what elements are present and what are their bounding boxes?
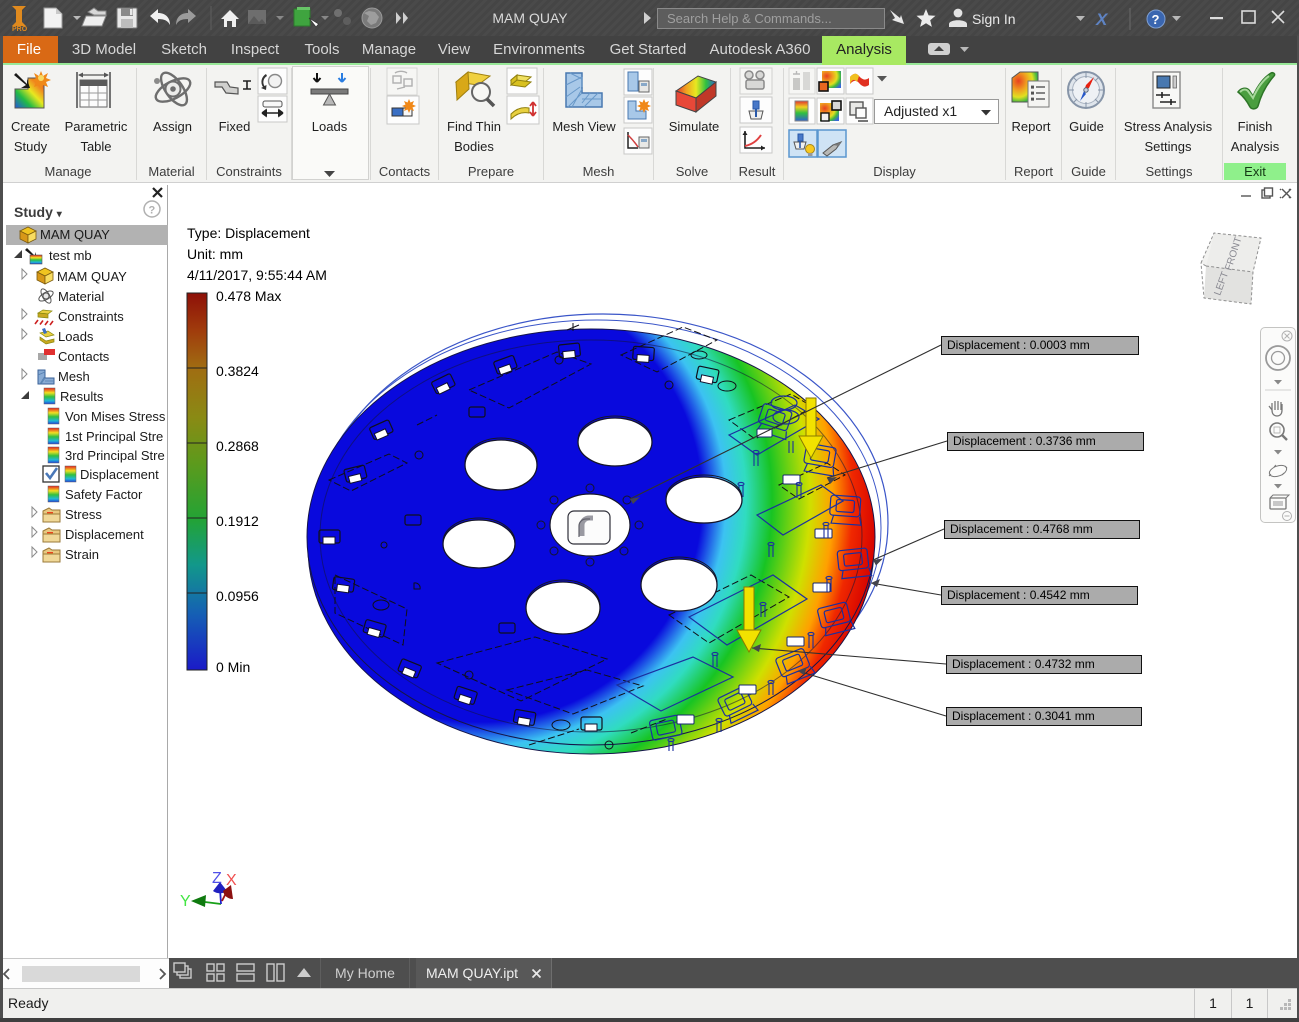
svg-text:Sign In: Sign In xyxy=(972,11,1016,27)
svg-text:PRO: PRO xyxy=(12,26,28,33)
svg-text:Y: Y xyxy=(180,893,191,910)
svg-text:?: ? xyxy=(1152,12,1160,27)
svg-text:X: X xyxy=(1095,10,1109,29)
svg-text:Z: Z xyxy=(212,870,222,887)
svg-text:?: ? xyxy=(149,205,156,217)
svg-text:X: X xyxy=(226,872,237,889)
